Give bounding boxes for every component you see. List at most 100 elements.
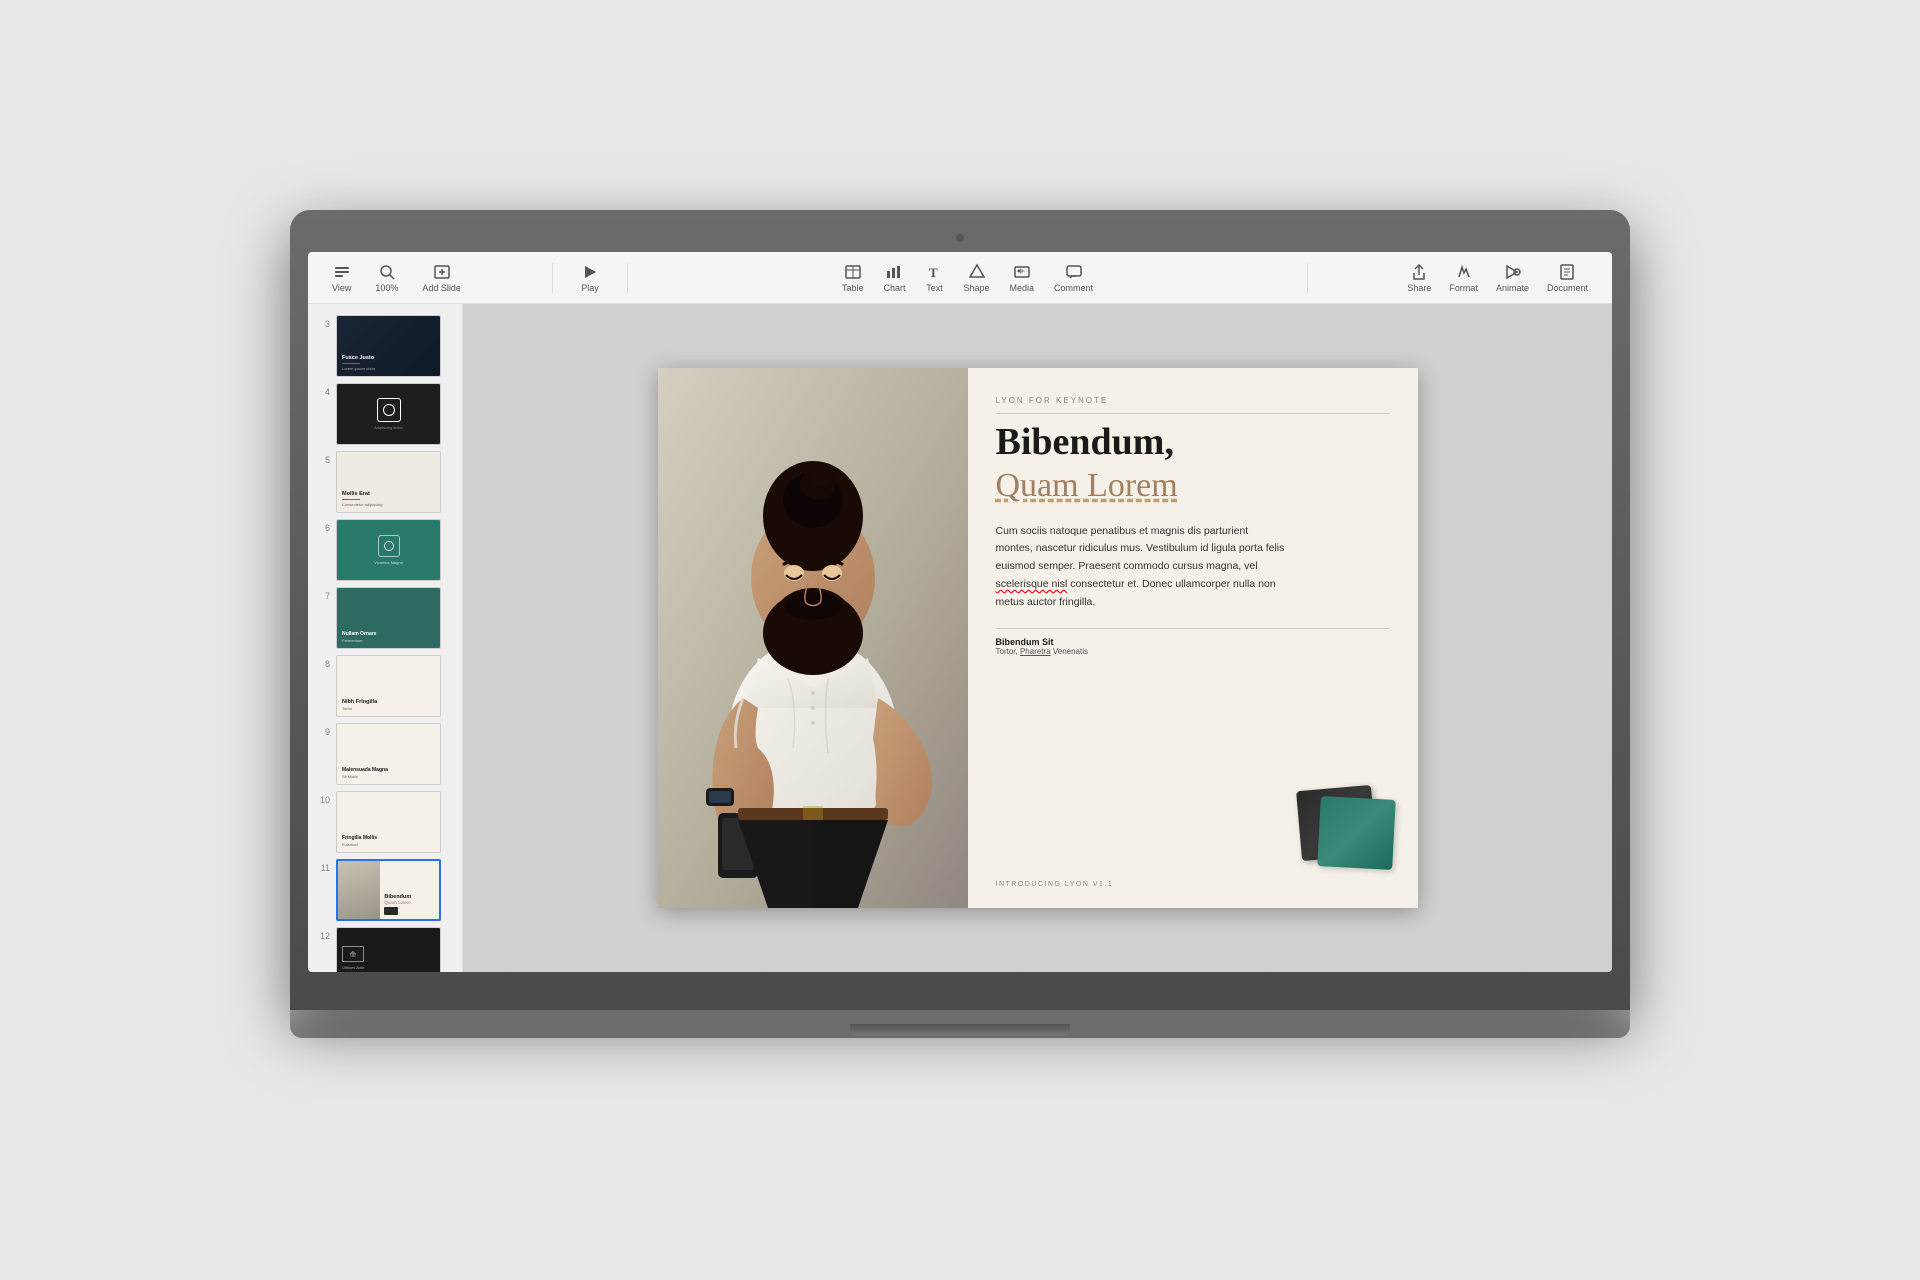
slide-photo-left (658, 368, 968, 908)
add-slide-icon (433, 263, 451, 281)
animate-icon (1503, 263, 1521, 281)
author-subtitle-prefix: Tortor, (996, 647, 1020, 656)
toolbar-left: View 100% (324, 259, 544, 297)
slide-item-11[interactable]: 11 Bibendum Quam Lorem (308, 856, 462, 924)
add-slide-button[interactable]: Add Slide (414, 259, 469, 297)
slide-thumb-5[interactable]: Mollis Erat Consectetur adipiscing (336, 451, 441, 513)
chart-button[interactable]: Chart (875, 259, 913, 297)
document-icon (1558, 263, 1576, 281)
swatch-teal (1317, 796, 1396, 870)
laptop-wrapper: View 100% (290, 210, 1630, 1070)
zoom-button[interactable]: 100% (367, 259, 406, 297)
laptop-screen: View 100% (308, 252, 1612, 972)
slide-number-8: 8 (316, 655, 330, 669)
fabric-swatches (1294, 788, 1394, 868)
slide-body-text: Cum sociis natoque penatibus et magnis d… (996, 523, 1286, 612)
view-button[interactable]: View (324, 259, 359, 297)
toolbar: View 100% (308, 252, 1612, 304)
view-label: View (332, 283, 351, 293)
shape-button[interactable]: Shape (955, 259, 997, 297)
slide-thumb-7[interactable]: Nullam Ornare Fermentum (336, 587, 441, 649)
format-icon (1455, 263, 1473, 281)
play-label: Play (581, 283, 599, 293)
media-button[interactable]: Media (1002, 259, 1043, 297)
toolbar-divider-1 (552, 263, 553, 293)
slide-number-12: 12 (316, 927, 330, 941)
slide-title-sub: Quam Lorem (996, 466, 1390, 507)
document-button[interactable]: Document (1539, 259, 1596, 297)
author-subtitle-suffix: Venenatis (1051, 647, 1088, 656)
laptop-bezel-top (308, 228, 1612, 248)
slide-thumb-10[interactable]: Fringilla Mollis Euismod (336, 791, 441, 853)
chart-label: Chart (883, 283, 905, 293)
slide-author-name: Bibendum Sit (996, 637, 1390, 647)
slide-number-10: 10 (316, 791, 330, 805)
slide-number-5: 5 (316, 451, 330, 465)
slide-item-3[interactable]: 3 Fusce Justo Lorem ipsum dolor (308, 312, 462, 380)
slide-thumb-4[interactable]: Adipiscing tellus (336, 383, 441, 445)
slide-title-main: Bibendum, (996, 422, 1390, 464)
text-icon: T (925, 263, 943, 281)
comment-label: Comment (1054, 283, 1093, 293)
slide-thumb-11[interactable]: Bibendum Quam Lorem (336, 859, 441, 921)
person-figure-svg (658, 368, 968, 908)
toolbar-divider-3 (1307, 263, 1308, 293)
slide-number-3: 3 (316, 315, 330, 329)
table-icon (844, 263, 862, 281)
zoom-label: 100% (375, 283, 398, 293)
play-button[interactable]: Play (573, 259, 607, 297)
toolbar-center: Table Chart T Text (636, 259, 1299, 297)
slide-thumb-12[interactable]: ⟰ Ultrices Ante (336, 927, 441, 972)
slide-thumb-8[interactable]: Nibh Fringilla Tortor (336, 655, 441, 717)
slide-number-6: 6 (316, 519, 330, 533)
slide-panel[interactable]: 3 Fusce Justo Lorem ipsum dolor 4 (308, 304, 463, 972)
share-button[interactable]: Share (1399, 259, 1439, 297)
chart-icon (885, 263, 903, 281)
slide-author-subtitle: Tortor, Pharetra Venenatis (996, 647, 1390, 656)
text-label: Text (926, 283, 943, 293)
slide-item-8[interactable]: 8 Nibh Fringilla Tortor (308, 652, 462, 720)
format-label: Format (1449, 283, 1478, 293)
animate-button[interactable]: Animate (1488, 259, 1537, 297)
share-label: Share (1407, 283, 1431, 293)
slide-item-6[interactable]: 6 Vivamus Magna (308, 516, 462, 584)
main-area: 3 Fusce Justo Lorem ipsum dolor 4 (308, 304, 1612, 972)
shape-icon (968, 263, 986, 281)
laptop-body: View 100% (290, 210, 1630, 1010)
author-subtitle-link: Pharetra (1020, 647, 1051, 656)
slide-thumb-6[interactable]: Vivamus Magna (336, 519, 441, 581)
canvas-area: LYON FOR KEYNOTE Bibendum, Quam Lorem Cu… (463, 304, 1612, 972)
toolbar-divider-2 (627, 263, 628, 293)
slide-item-4[interactable]: 4 Adipiscing tellus (308, 380, 462, 448)
slide-item-12[interactable]: 12 ⟰ Ultrices Ante (308, 924, 462, 972)
format-button[interactable]: Format (1441, 259, 1486, 297)
table-button[interactable]: Table (834, 259, 872, 297)
svg-text:T: T (929, 265, 938, 280)
slide-number-11: 11 (316, 859, 330, 873)
zoom-icon (378, 263, 396, 281)
slide-thumb-9[interactable]: Malensuada Magna Sit Mollis (336, 723, 441, 785)
comment-button[interactable]: Comment (1046, 259, 1101, 297)
slide-item-9[interactable]: 9 Malensuada Magna Sit Mollis (308, 720, 462, 788)
add-slide-label: Add Slide (422, 283, 461, 293)
laptop-base (290, 1010, 1630, 1038)
slide-item-10[interactable]: 10 Fringilla Mollis Euismod (308, 788, 462, 856)
laptop-camera (956, 234, 964, 242)
text-button[interactable]: T Text (917, 259, 951, 297)
highlight-text: scelerisque nisl (996, 578, 1068, 590)
slide-canvas: LYON FOR KEYNOTE Bibendum, Quam Lorem Cu… (658, 368, 1418, 908)
slide-thumb-3[interactable]: Fusce Justo Lorem ipsum dolor (336, 315, 441, 377)
table-label: Table (842, 283, 864, 293)
play-icon (581, 263, 599, 281)
slide-number-7: 7 (316, 587, 330, 601)
slide-item-7[interactable]: 7 Nullam Ornare Fermentum (308, 584, 462, 652)
comment-icon (1065, 263, 1083, 281)
slide-number-4: 4 (316, 383, 330, 397)
document-label: Document (1547, 283, 1588, 293)
person-silhouette (658, 368, 968, 908)
media-icon (1013, 263, 1031, 281)
view-icon (333, 263, 351, 281)
body-text-before-highlight: Cum sociis natoque penatibus et magnis d… (996, 525, 1285, 573)
slide-item-5[interactable]: 5 Mollis Erat Consectetur adipiscing (308, 448, 462, 516)
share-icon (1410, 263, 1428, 281)
